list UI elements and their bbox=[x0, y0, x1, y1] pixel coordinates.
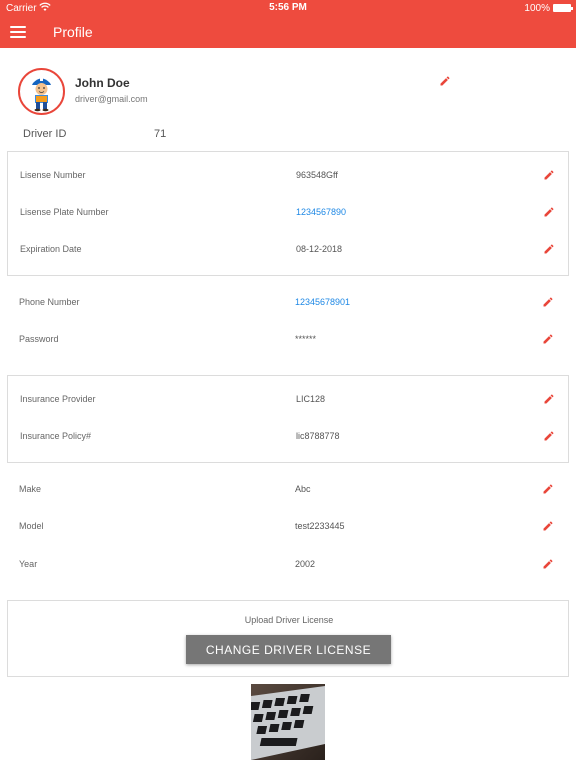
make-value: Abc bbox=[295, 484, 311, 494]
battery-icon bbox=[553, 4, 573, 12]
model-row: Model test2233445 bbox=[7, 517, 569, 537]
expiration-date-row: Expiration Date 08-12-2018 bbox=[8, 240, 570, 260]
make-row: Make Abc bbox=[7, 480, 569, 500]
edit-expiration-date-pencil-icon[interactable] bbox=[543, 243, 557, 257]
edit-year-pencil-icon[interactable] bbox=[542, 558, 556, 572]
expiration-date-label: Expiration Date bbox=[20, 244, 82, 254]
driver-id-value: 71 bbox=[154, 128, 167, 140]
upload-license-label: Upload Driver License bbox=[244, 615, 334, 625]
phone-number-row: Phone Number 12345678901 bbox=[7, 293, 569, 313]
vehicle-section: Make Abc Model test2233445 Year 2002 bbox=[7, 470, 569, 590]
license-plate-value[interactable]: 1234567890 bbox=[296, 207, 346, 217]
expiration-date-value: 08-12-2018 bbox=[296, 244, 343, 254]
driver-license-photo[interactable] bbox=[251, 684, 325, 760]
license-number-label: Lisense Number bbox=[20, 170, 86, 180]
edit-license-plate-pencil-icon[interactable] bbox=[543, 206, 557, 220]
insurance-card: Insurance Provider LIC128 Insurance Poli… bbox=[7, 375, 569, 463]
year-label: Year bbox=[19, 559, 38, 569]
license-plate-label: Lisense Plate Number bbox=[20, 207, 109, 217]
insurance-provider-row: Insurance Provider LIC128 bbox=[8, 390, 570, 410]
edit-license-number-pencil-icon[interactable] bbox=[543, 169, 557, 183]
user-email: driver@gmail.com bbox=[75, 94, 148, 104]
password-label: Password bbox=[19, 334, 59, 344]
license-card: Lisense Number 963548Gff Lisense Plate N… bbox=[7, 151, 569, 276]
account-section: Phone Number 12345678901 Password ****** bbox=[7, 283, 569, 368]
edit-insurance-provider-pencil-icon[interactable] bbox=[543, 393, 557, 407]
year-value: 2002 bbox=[295, 559, 316, 569]
license-number-value: 963548Gff bbox=[296, 170, 338, 180]
license-plate-row: Lisense Plate Number 1234567890 bbox=[8, 203, 570, 223]
edit-make-pencil-icon[interactable] bbox=[542, 483, 556, 497]
insurance-policy-value: lic8788778 bbox=[296, 431, 340, 441]
year-row: Year 2002 bbox=[7, 555, 569, 575]
edit-model-pencil-icon[interactable] bbox=[542, 520, 556, 534]
insurance-provider-value: LIC128 bbox=[296, 394, 326, 404]
avatar[interactable] bbox=[18, 68, 65, 115]
edit-phone-number-pencil-icon[interactable] bbox=[542, 296, 556, 310]
password-row: Password ****** bbox=[7, 330, 569, 350]
password-value: ****** bbox=[295, 334, 317, 344]
phone-number-label: Phone Number bbox=[19, 297, 80, 307]
phone-number-value[interactable]: 12345678901 bbox=[295, 297, 350, 307]
insurance-policy-label: Insurance Policy# bbox=[20, 431, 92, 441]
status-time: 5:56 PM bbox=[269, 2, 307, 13]
app-bar: Profile bbox=[0, 16, 576, 48]
model-value: test2233445 bbox=[295, 521, 345, 531]
page-title: Profile bbox=[53, 24, 93, 40]
edit-profile-pencil-icon[interactable] bbox=[439, 75, 453, 89]
hamburger-menu-icon[interactable] bbox=[10, 26, 26, 38]
model-label: Model bbox=[19, 521, 44, 531]
license-number-row: Lisense Number 963548Gff bbox=[8, 166, 570, 186]
status-bar: Carrier 5:56 PM 100% bbox=[0, 0, 576, 16]
user-name: John Doe bbox=[75, 76, 130, 90]
change-driver-license-button[interactable]: CHANGE DRIVER LICENSE bbox=[186, 635, 391, 664]
insurance-provider-label: Insurance Provider bbox=[20, 394, 96, 404]
edit-password-pencil-icon[interactable] bbox=[542, 333, 556, 347]
edit-insurance-policy-pencil-icon[interactable] bbox=[543, 430, 557, 444]
battery-percent: 100% bbox=[524, 3, 550, 14]
upload-license-card: Upload Driver License CHANGE DRIVER LICE… bbox=[7, 600, 569, 677]
make-label: Make bbox=[19, 484, 42, 494]
driver-id-label: Driver ID bbox=[23, 128, 67, 140]
profile-header: John Doe driver@gmail.com Driver ID 71 bbox=[0, 48, 576, 144]
insurance-policy-row: Insurance Policy# lic8788778 bbox=[8, 427, 570, 447]
